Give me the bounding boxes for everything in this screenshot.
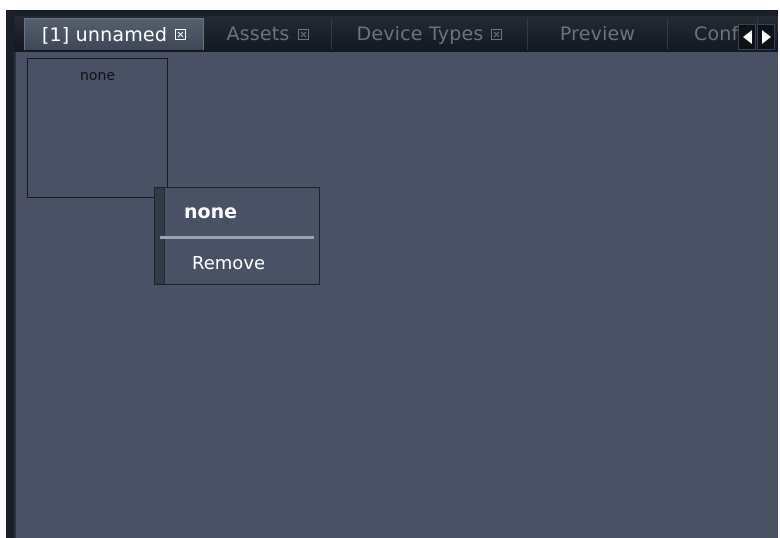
close-icon[interactable] [297,28,309,40]
tab-label: Assets [226,23,290,45]
tab-device-types[interactable]: Device Types [332,18,528,50]
close-icon[interactable] [175,29,187,40]
close-icon[interactable] [491,28,503,40]
tab-bar: [1] unnamed Assets Device Types Preview … [14,16,778,52]
arrow-right-icon [761,30,771,44]
tab-assets[interactable]: Assets [204,18,332,50]
tab-unnamed[interactable]: [1] unnamed [24,18,204,50]
menu-item-remove[interactable]: Remove [164,246,319,280]
context-menu-header: none [184,201,237,223]
cell-label: none [80,68,115,84]
scroll-left-button[interactable] [738,24,756,50]
tab-label: Conf [694,23,739,45]
tab-label: [1] unnamed [41,23,168,46]
scroll-right-button[interactable] [757,24,775,50]
arrow-left-icon [742,30,752,44]
menu-separator [160,236,314,239]
tab-label: Device Types [356,23,484,45]
tab-label: Preview [559,23,636,45]
editor-window: [1] unnamed Assets Device Types Preview … [6,10,778,538]
grid-cell[interactable]: none [27,58,168,198]
context-menu: none Remove [154,187,320,285]
canvas-area[interactable]: none none Remove [14,52,778,538]
tab-preview[interactable]: Preview [528,18,668,50]
